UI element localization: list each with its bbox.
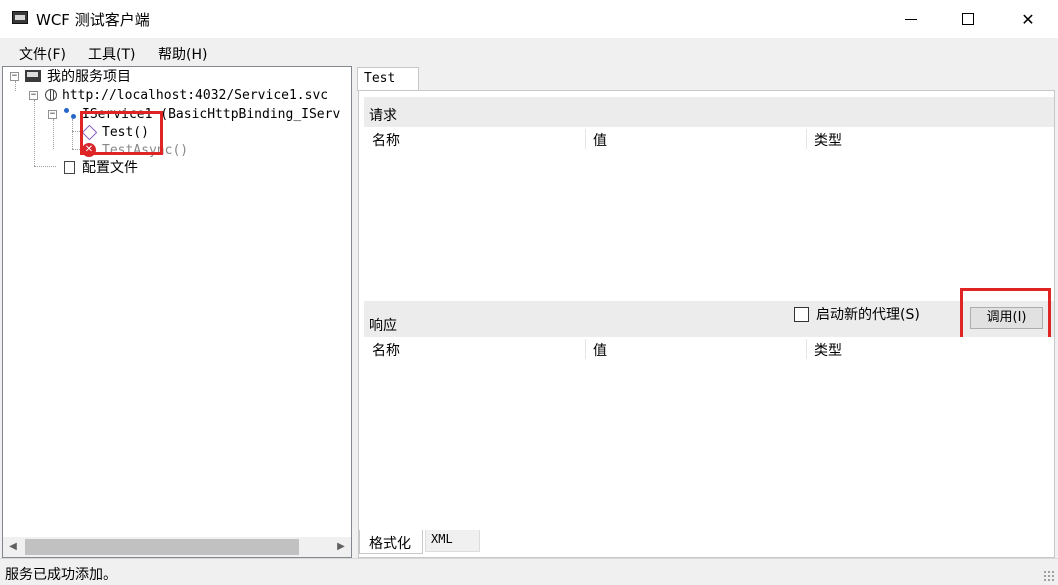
minimize-button[interactable] xyxy=(886,0,936,38)
request-label: 请求 xyxy=(369,108,397,124)
menu-file[interactable]: 文件(F) xyxy=(19,44,66,64)
title-bar: WCF 测试客户端 ✕ xyxy=(0,0,1058,38)
response-grid-header: 名称 值 类型 xyxy=(364,337,1054,361)
service-tree-pane: − 我的服务项目 − http://localhost:4032/Service… xyxy=(2,66,352,558)
tree-connector xyxy=(34,100,35,166)
column-type[interactable]: 类型 xyxy=(814,340,842,360)
close-icon: ✕ xyxy=(1021,9,1035,29)
tree-connector xyxy=(72,119,73,149)
column-type[interactable]: 类型 xyxy=(814,130,842,150)
highlight-box xyxy=(960,288,1051,343)
tab-formatted[interactable]: 格式化 xyxy=(359,530,423,554)
tree-item-service[interactable]: http://localhost:4032/Service1.svc xyxy=(45,86,328,104)
new-proxy-label: 启动新的代理(S) xyxy=(816,307,920,323)
tree-connector xyxy=(15,81,16,91)
tree-item-label: http://localhost:4032/Service1.svc xyxy=(62,87,329,103)
response-grid[interactable]: 名称 值 类型 xyxy=(364,337,1054,527)
highlight-box xyxy=(80,111,163,155)
column-name[interactable]: 名称 xyxy=(372,340,400,360)
tab-strip: Test xyxy=(356,66,1058,91)
request-grid-header: 名称 值 类型 xyxy=(364,127,1054,151)
tree-connector xyxy=(34,166,56,167)
status-text: 服务已成功添加。 xyxy=(5,567,117,583)
contract-expander[interactable]: − xyxy=(48,110,57,119)
tree-item-label: 配置文件 xyxy=(82,160,138,176)
tab-content: 请求 名称 值 类型 响应 启动新的代理(S) 调用(I) 名称 值 类型 xyxy=(358,90,1055,558)
request-grid[interactable]: 名称 值 类型 xyxy=(364,127,1054,301)
minimize-icon xyxy=(905,18,917,20)
document-icon xyxy=(64,160,75,174)
response-view-tabs: 格式化 XML xyxy=(358,530,1055,556)
tree-item-root[interactable]: 我的服务项目 xyxy=(25,67,131,85)
scroll-left-icon[interactable]: ◀ xyxy=(5,539,21,555)
column-separator[interactable] xyxy=(806,129,807,149)
maximize-icon xyxy=(962,13,974,25)
menu-bar: 文件(F) 工具(T) 帮助(H) xyxy=(0,38,1058,66)
new-proxy-checkbox[interactable] xyxy=(794,307,809,322)
service-tree: − 我的服务项目 − http://localhost:4032/Service… xyxy=(3,67,351,537)
menu-help[interactable]: 帮助(H) xyxy=(158,44,207,64)
scrollbar-thumb[interactable] xyxy=(25,539,299,555)
root-expander[interactable]: − xyxy=(10,72,19,81)
scroll-right-icon[interactable]: ▶ xyxy=(333,539,349,555)
contract-icon xyxy=(64,108,78,120)
operation-pane: Test 请求 名称 值 类型 响应 启动新的代理(S) 调用(I) 名称 值 xyxy=(356,66,1058,558)
horizontal-scrollbar[interactable]: ◀ ▶ xyxy=(3,537,351,557)
column-separator[interactable] xyxy=(585,339,586,359)
maximize-button[interactable] xyxy=(943,0,993,38)
column-separator[interactable] xyxy=(806,339,807,359)
console-icon xyxy=(12,11,28,24)
window-title: WCF 测试客户端 xyxy=(36,11,150,29)
column-value[interactable]: 值 xyxy=(593,340,607,360)
resize-grip-icon[interactable] xyxy=(1043,570,1055,582)
column-name[interactable]: 名称 xyxy=(372,130,400,150)
status-bar: 服务已成功添加。 xyxy=(0,558,1058,585)
tree-item-label: 我的服务项目 xyxy=(47,69,131,85)
column-separator[interactable] xyxy=(585,129,586,149)
tree-item-config[interactable]: 配置文件 xyxy=(64,158,138,176)
tree-connector xyxy=(53,119,54,149)
endpoint-icon xyxy=(45,89,57,101)
close-button[interactable]: ✕ xyxy=(1003,0,1053,38)
response-label: 响应 xyxy=(369,318,397,334)
request-header-bar xyxy=(364,97,1054,127)
tab-xml[interactable]: XML xyxy=(425,530,480,552)
service-expander[interactable]: − xyxy=(29,91,38,100)
menu-tools[interactable]: 工具(T) xyxy=(88,44,135,64)
tab-test[interactable]: Test xyxy=(357,67,419,91)
console-icon xyxy=(25,70,41,82)
response-header-bar xyxy=(364,301,1054,337)
column-value[interactable]: 值 xyxy=(593,130,607,150)
